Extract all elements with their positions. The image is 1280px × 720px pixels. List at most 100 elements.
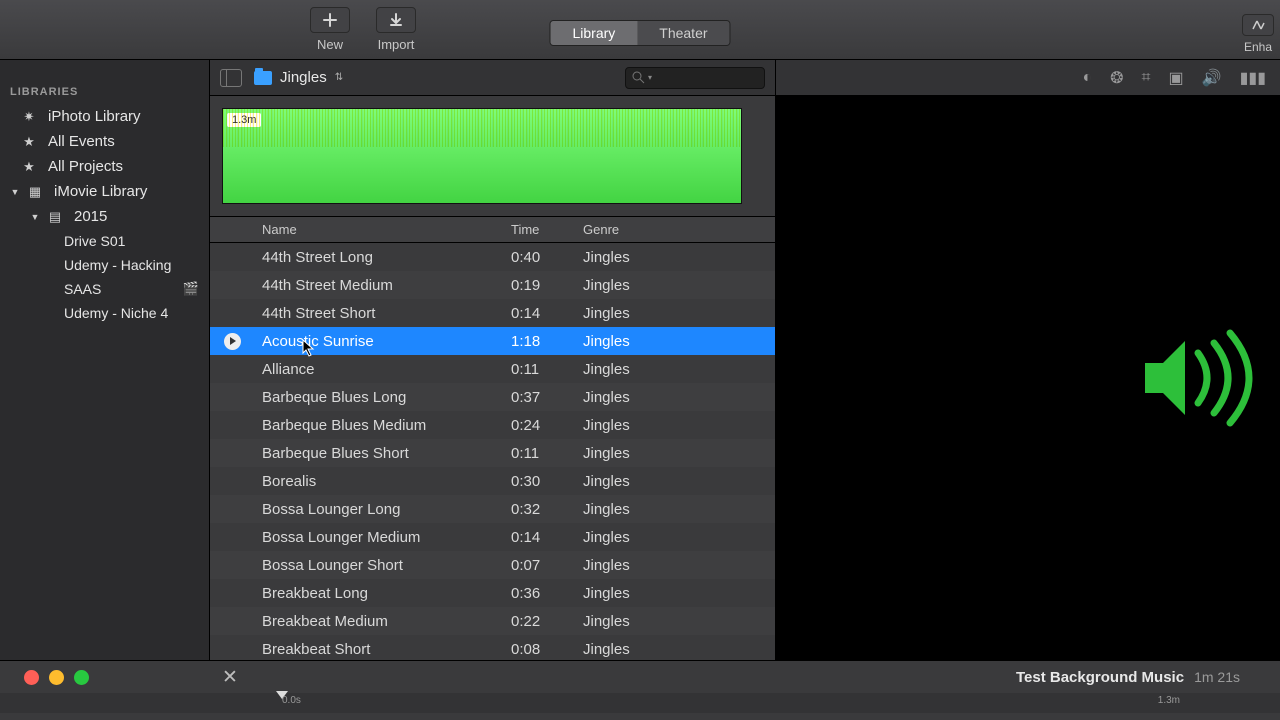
cursor-icon [302,339,316,362]
track-genre: Jingles [575,384,775,411]
sidebar-toggle-button[interactable] [220,69,242,87]
preview-toolbar: ◐ ❂ ⌗ ▣ 🔊 ▮▮▮ [776,60,1280,96]
track-genre: Jingles [575,328,775,355]
sidebar-item-label: Drive S01 [64,233,125,249]
import-button[interactable]: Import [376,7,416,52]
track-time: 0:32 [503,496,575,523]
color-wheel-icon[interactable]: ❂ [1110,68,1123,88]
track-row[interactable]: 44th Street Short0:14Jingles [210,299,775,327]
sidebar: LIBRARIES ✷ iPhoto Library ★ All Events … [0,60,210,660]
track-row[interactable]: 44th Street Medium0:19Jingles [210,271,775,299]
search-icon [632,71,645,84]
track-row[interactable]: Barbeque Blues Long0:37Jingles [210,383,775,411]
sidebar-item-label: iPhoto Library [48,108,141,125]
track-row[interactable]: Bossa Lounger Short0:07Jingles [210,551,775,579]
close-window-button[interactable] [24,670,39,685]
track-name: Breakbeat Short [254,636,503,661]
view-segmented-control[interactable]: Library Theater [549,20,730,46]
close-panel-button[interactable]: ✕ [210,666,250,689]
sidebar-item-label: SAAS [64,281,101,297]
equalizer-icon[interactable]: ▮▮▮ [1240,68,1266,88]
sidebar-item-label: Udemy - Niche 4 [64,305,168,321]
track-row[interactable]: Barbeque Blues Short0:11Jingles [210,439,775,467]
track-row[interactable]: Barbeque Blues Medium0:24Jingles [210,411,775,439]
sidebar-item-all-projects[interactable]: ★ All Projects [0,154,209,179]
track-name: 44th Street Medium [254,272,503,299]
color-balance-icon[interactable]: ◐ [1082,69,1092,87]
grid-icon: ▦ [26,184,44,200]
top-toolbar: New Import Library Theater Enha [0,0,1280,60]
crop-icon[interactable]: ⌗ [1142,69,1151,87]
folder-label: Jingles [280,69,327,86]
track-row[interactable]: Breakbeat Long0:36Jingles [210,579,775,607]
tab-library[interactable]: Library [550,21,637,45]
audio-waveform[interactable]: 1.3m [222,108,742,204]
play-icon[interactable] [224,333,241,350]
sidebar-item-all-events[interactable]: ★ All Events [0,129,209,154]
sidebar-item-label: 2015 [74,208,107,225]
star-icon: ★ [20,134,38,150]
minimize-window-button[interactable] [49,670,64,685]
tab-theater[interactable]: Theater [637,21,729,45]
sidebar-item-udemy-niche4[interactable]: Udemy - Niche 4 [0,301,209,325]
track-row[interactable]: Breakbeat Short0:08Jingles [210,635,775,660]
track-genre: Jingles [575,468,775,495]
track-time: 0:14 [503,524,575,551]
track-genre: Jingles [575,552,775,579]
track-time: 0:14 [503,300,575,327]
star-icon: ★ [20,159,38,175]
track-row[interactable]: Borealis0:30Jingles [210,467,775,495]
column-name[interactable]: Name [254,217,503,242]
track-row[interactable]: Acoustic Sunrise1:18Jingles [210,327,775,355]
download-icon [376,7,416,33]
new-label: New [317,37,343,52]
waveform-duration-label: 1.3m [227,113,261,127]
folder-breadcrumb[interactable]: Jingles ⇅ [254,69,343,86]
search-input[interactable]: ▾ [625,67,765,89]
track-row[interactable]: 44th Street Long0:40Jingles [210,243,775,271]
track-genre: Jingles [575,608,775,635]
sidebar-item-iphoto[interactable]: ✷ iPhoto Library [0,104,209,129]
track-list[interactable]: 44th Street Long0:40Jingles44th Street M… [210,243,775,660]
disclosure-triangle-icon[interactable]: ▼ [10,187,20,197]
track-name: Alliance [254,356,503,383]
sidebar-item-imovie-library[interactable]: ▼ ▦ iMovie Library [0,179,209,204]
enhance-label: Enha [1244,40,1272,54]
photos-icon: ✷ [20,109,38,125]
track-name: Bossa Lounger Long [254,496,503,523]
speaker-icon [1140,323,1270,433]
column-time[interactable]: Time [503,217,575,242]
track-time: 0:37 [503,384,575,411]
track-time: 0:24 [503,412,575,439]
sidebar-item-2015[interactable]: ▼ ▤ 2015 [0,204,209,229]
track-name: Borealis [254,468,503,495]
track-time: 0:08 [503,636,575,661]
track-genre: Jingles [575,580,775,607]
sidebar-item-drive-s01[interactable]: Drive S01 [0,229,209,253]
disclosure-triangle-icon[interactable]: ▼ [30,212,40,222]
track-name: 44th Street Long [254,244,503,271]
track-name: Bossa Lounger Medium [254,524,503,551]
track-time: 1:18 [503,328,575,355]
sidebar-item-saas[interactable]: SAAS 🎬 [0,277,209,301]
track-time: 0:36 [503,580,575,607]
camera-icon[interactable]: ▣ [1169,68,1184,88]
enhance-button[interactable]: Enha [1242,14,1274,54]
track-name: Barbeque Blues Medium [254,412,503,439]
path-bar: Jingles ⇅ ▾ [210,60,775,96]
project-name: Test Background Music [1016,669,1184,686]
new-button[interactable]: New [310,7,350,52]
volume-icon[interactable]: 🔊 [1202,68,1222,88]
track-row[interactable]: Breakbeat Medium0:22Jingles [210,607,775,635]
track-name: Barbeque Blues Short [254,440,503,467]
track-row[interactable]: Alliance0:11Jingles [210,355,775,383]
sidebar-item-label: All Events [48,133,115,150]
track-row[interactable]: Bossa Lounger Long0:32Jingles [210,495,775,523]
track-row[interactable]: Bossa Lounger Medium0:14Jingles [210,523,775,551]
track-name: Acoustic Sunrise [254,328,503,355]
track-time: 0:22 [503,608,575,635]
sidebar-item-udemy-hacking[interactable]: Udemy - Hacking [0,253,209,277]
timeline-ruler[interactable]: 0.0s 1.3m [0,693,1280,713]
zoom-window-button[interactable] [74,670,89,685]
column-genre[interactable]: Genre [575,217,775,242]
